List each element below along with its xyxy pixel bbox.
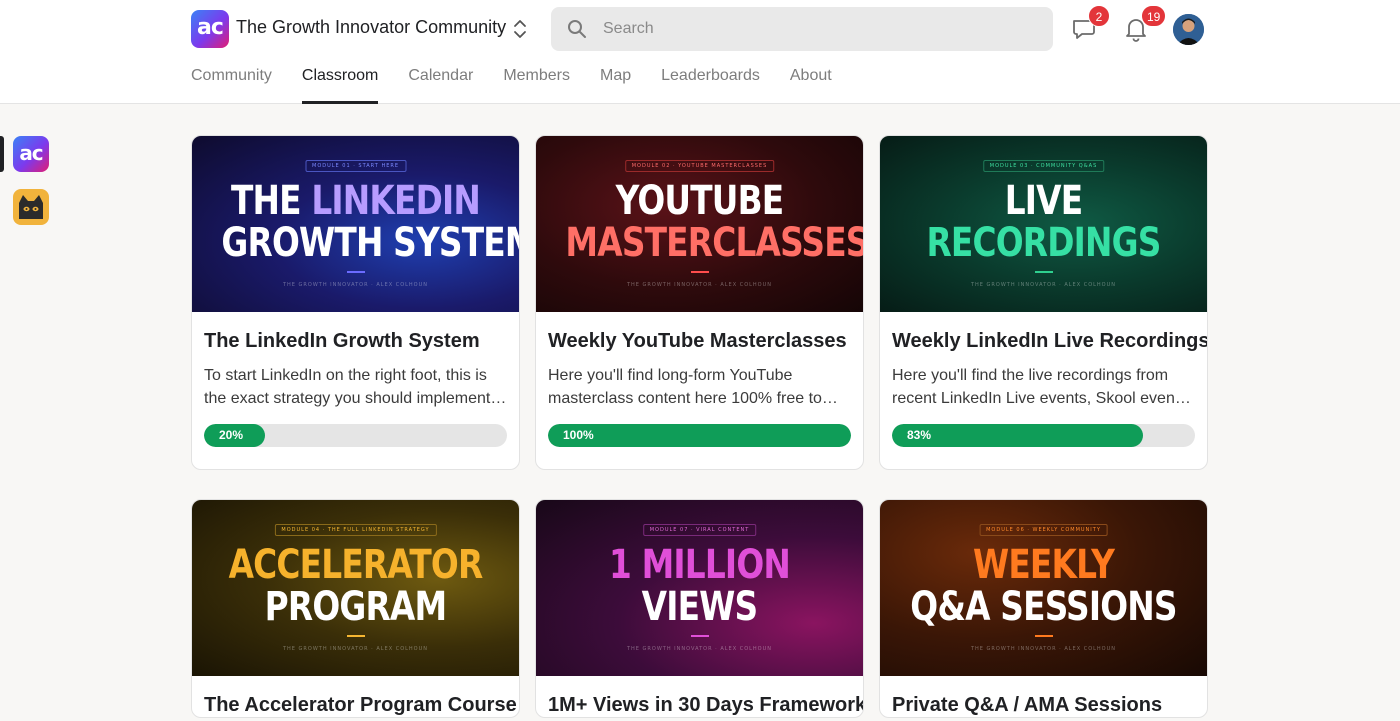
search-icon xyxy=(568,20,586,38)
thumbnail-divider xyxy=(1034,271,1053,273)
progress-label: 20% xyxy=(219,428,244,442)
course-title: Private Q&A / AMA Sessions xyxy=(892,694,1163,716)
thumbnail-module-tag: MODULE 03 · COMMUNITY Q&AS xyxy=(982,160,1105,172)
course-card[interactable]: MODULE 01 · START HERE THE LINKEDIN GROW… xyxy=(191,135,520,470)
thumbnail-headline-1: 1 MILLION xyxy=(608,542,791,588)
thumbnail-headline-1: THE LINKEDIN xyxy=(230,178,481,224)
thumbnail-footer: THE GROWTH INNOVATOR · ALEX COLHOUN xyxy=(970,646,1117,652)
tab-calendar[interactable]: Calendar xyxy=(408,67,473,104)
course-card[interactable]: MODULE 06 · WEEKLY COMMUNITY WEEKLY Q&A … xyxy=(879,499,1208,718)
thumbnail-divider xyxy=(690,271,709,273)
thumbnail-headline-2: VIEWS xyxy=(641,584,759,630)
top-header: ac The Growth Innovator Community 2 19 C… xyxy=(0,0,1400,104)
thumbnail-footer: THE GROWTH INNOVATOR · ALEX COLHOUN xyxy=(626,646,773,652)
course-thumbnail: MODULE 06 · WEEKLY COMMUNITY WEEKLY Q&A … xyxy=(880,500,1207,676)
thumbnail-headline-2: PROGRAM xyxy=(264,584,447,630)
rail-community-cat-face-icon[interactable] xyxy=(13,189,49,225)
thumbnail-module-tag: MODULE 07 · VIRAL CONTENT xyxy=(642,524,757,536)
tab-classroom[interactable]: Classroom xyxy=(301,67,379,104)
thumbnail-module-tag: MODULE 06 · WEEKLY COMMUNITY xyxy=(979,524,1108,536)
course-progress-bar: 100% xyxy=(548,424,851,447)
progress-label: 83% xyxy=(907,428,932,442)
thumbnail-headline-1: LIVE xyxy=(1004,178,1083,224)
thumbnail-headline-1: ACCELERATOR xyxy=(228,542,484,588)
course-title: Weekly LinkedIn Live Recordings xyxy=(892,330,1208,352)
course-thumbnail: MODULE 02 · YOUTUBE MASTERCLASSES YOUTUB… xyxy=(536,136,863,312)
course-thumbnail: MODULE 03 · COMMUNITY Q&AS LIVE RECORDIN… xyxy=(880,136,1207,312)
thumbnail-headline-2: Q&A SESSIONS xyxy=(910,584,1177,630)
course-progress-bar: 20% xyxy=(204,424,507,447)
course-thumbnail: MODULE 01 · START HERE THE LINKEDIN GROW… xyxy=(192,136,519,312)
tab-leaderboards[interactable]: Leaderboards xyxy=(661,67,760,104)
course-card[interactable]: MODULE 07 · VIRAL CONTENT 1 MILLION VIEW… xyxy=(535,499,864,718)
rail-selected-indicator xyxy=(0,136,4,172)
course-title: The LinkedIn Growth System xyxy=(204,330,480,352)
thumbnail-module-tag: MODULE 02 · YOUTUBE MASTERCLASSES xyxy=(624,160,775,172)
rail-community-ac[interactable]: ac xyxy=(13,136,49,172)
course-card[interactable]: MODULE 04 · THE FULL LINKEDIN STRATEGY A… xyxy=(191,499,520,718)
course-thumbnail: MODULE 07 · VIRAL CONTENT 1 MILLION VIEW… xyxy=(536,500,863,676)
tab-map[interactable]: Map xyxy=(600,67,631,104)
progress-label: 100% xyxy=(563,428,594,442)
thumbnail-footer: THE GROWTH INNOVATOR · ALEX COLHOUN xyxy=(282,282,429,288)
thumbnail-footer: THE GROWTH INNOVATOR · ALEX COLHOUN xyxy=(282,646,429,652)
community-nav: Community Classroom Calendar Members Map… xyxy=(191,67,862,104)
community-switcher-chevron-icon[interactable] xyxy=(510,17,530,41)
search-input[interactable] xyxy=(603,7,1033,51)
thumbnail-headline-1: YOUTUBE xyxy=(615,178,785,224)
thumbnail-module-tag: MODULE 04 · THE FULL LINKEDIN STRATEGY xyxy=(274,524,437,536)
course-title: 1M+ Views in 30 Days Framework xyxy=(548,694,864,716)
thumbnail-headline-1: WEEKLY xyxy=(972,542,1115,588)
thumbnail-divider xyxy=(346,635,365,637)
thumbnail-headline-2: MASTERCLASSES xyxy=(565,220,863,266)
thumbnail-divider xyxy=(690,635,709,637)
thumbnail-divider xyxy=(1034,635,1053,637)
thumbnail-divider xyxy=(346,271,365,273)
search-bar[interactable] xyxy=(551,7,1053,51)
tab-community[interactable]: Community xyxy=(191,67,272,104)
community-name[interactable]: The Growth Innovator Community xyxy=(236,17,506,38)
course-description: To start LinkedIn on the right foot, thi… xyxy=(204,367,491,407)
thumbnail-headline-2: RECORDINGS xyxy=(926,220,1161,266)
community-logo[interactable]: ac xyxy=(191,10,229,48)
course-progress-bar: 83% xyxy=(892,424,1195,447)
tab-members[interactable]: Members xyxy=(503,67,570,104)
thumbnail-module-tag: MODULE 01 · START HERE xyxy=(305,160,406,172)
notification-count-badge: 19 xyxy=(1141,5,1167,27)
thumbnail-headline-2: GROWTH SYSTEM xyxy=(221,220,519,266)
thumbnail-footer: THE GROWTH INNOVATOR · ALEX COLHOUN xyxy=(970,282,1117,288)
thumbnail-footer: THE GROWTH INNOVATOR · ALEX COLHOUN xyxy=(626,282,773,288)
chat-count-badge: 2 xyxy=(1088,5,1110,27)
course-description: Here you'll find the live recordings fro… xyxy=(892,367,1192,407)
course-card[interactable]: MODULE 02 · YOUTUBE MASTERCLASSES YOUTUB… xyxy=(535,135,864,470)
course-title: Weekly YouTube Masterclasses xyxy=(548,330,847,352)
course-description: Here you'll find long-form YouTube maste… xyxy=(548,367,822,407)
course-thumbnail: MODULE 04 · THE FULL LINKEDIN STRATEGY A… xyxy=(192,500,519,676)
course-card[interactable]: MODULE 03 · COMMUNITY Q&AS LIVE RECORDIN… xyxy=(879,135,1208,470)
course-title: The Accelerator Program Course xyxy=(204,694,517,716)
tab-about[interactable]: About xyxy=(790,67,832,104)
user-avatar[interactable] xyxy=(1173,14,1204,45)
